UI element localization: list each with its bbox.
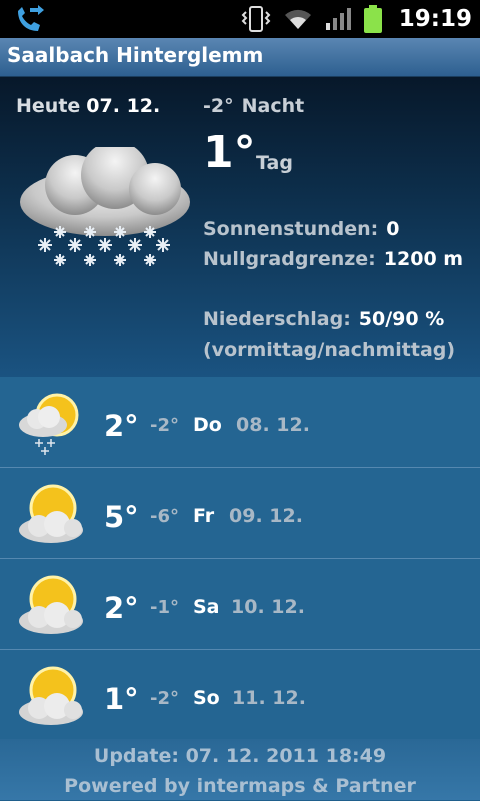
forecast-date: 10. 12. (231, 596, 305, 618)
sunshine-label: Sonnenstunden: (203, 218, 379, 240)
forecast-max-temp: 2° (104, 409, 139, 443)
forecast-row[interactable]: 5° -6° Fr 09. 12. (0, 468, 480, 559)
battery-icon (363, 5, 382, 33)
clock: 19:19 (398, 6, 472, 32)
status-bar: 19:19 (0, 0, 480, 38)
vibrate-icon (241, 6, 271, 32)
day-label: Tag (256, 152, 293, 174)
forecast-max-temp: 1° (104, 682, 139, 716)
forecast-min-temp: -2° (150, 415, 179, 436)
snow-cloud-icon (20, 147, 190, 266)
forecast-day: Do (193, 414, 222, 436)
footer: Update: 07. 12. 2011 18:49 Powered by in… (0, 739, 480, 800)
powered-by: Powered by intermaps & Partner (64, 775, 416, 797)
forecast-row[interactable]: 1° -2° So 11. 12. (0, 650, 480, 740)
freezing-level-row: Nullgradgrenze: 1200 m (203, 248, 463, 270)
forecast-day: So (193, 687, 220, 709)
title-bar: Saalbach Hinterglemm (0, 38, 480, 77)
night-temp: -2° (203, 95, 234, 117)
freezing-value: 1200 m (383, 248, 464, 270)
forecast-day: Sa (193, 596, 220, 618)
wifi-icon (284, 9, 311, 29)
night-temp-row: -2° Nacht (203, 95, 304, 117)
sun-cloud-icon (19, 484, 83, 543)
location-title: Saalbach Hinterglemm (7, 43, 264, 67)
sun-cloud-snow-icon (19, 393, 79, 455)
night-label: Nacht (241, 95, 305, 117)
call-forward-icon (18, 5, 44, 31)
precip-label: Niederschlag: (203, 308, 351, 330)
update-label: Update: (93, 745, 179, 767)
sunshine-row: Sonnenstunden: 0 (203, 218, 400, 240)
forecast-day: Fr (193, 505, 215, 527)
forecast-row[interactable]: 2° -1° Sa 10. 12. (0, 559, 480, 650)
sun-cloud-icon (19, 666, 83, 725)
forecast-max-temp: 5° (104, 500, 139, 534)
forecast-date: 09. 12. (229, 505, 303, 527)
today-header: Heute 07. 12. (16, 95, 160, 117)
update-value: 07. 12. 2011 18:49 (185, 745, 387, 767)
today-label: Heute (16, 95, 81, 117)
today-date: 07. 12. (86, 95, 161, 117)
sunshine-value: 0 (386, 218, 400, 240)
forecast-min-temp: -1° (150, 597, 179, 618)
update-line: Update: 07. 12. 2011 18:49 (0, 739, 480, 771)
forecast-list: 2° -2° Do 08. 12. 5° -6° Fr 09. 12. 2° -… (0, 377, 480, 740)
forecast-row[interactable]: 2° -2° Do 08. 12. (0, 377, 480, 468)
forecast-date: 11. 12. (232, 687, 306, 709)
precip-note: (vormittag/nachmittag) (203, 339, 456, 361)
today-panel: Heute 07. 12. -2° Nacht 1° Tag Sonnenstund… (0, 77, 480, 377)
sun-cloud-icon (19, 575, 83, 634)
signal-icon (325, 8, 351, 30)
precip-value: 50/90 % (358, 308, 445, 330)
forecast-min-temp: -2° (150, 688, 179, 709)
forecast-max-temp: 2° (104, 591, 139, 625)
forecast-date: 08. 12. (236, 414, 310, 436)
precipitation-row: Niederschlag: 50/90 % (203, 308, 444, 330)
forecast-min-temp: -6° (150, 506, 179, 527)
freezing-label: Nullgradgrenze: (203, 248, 376, 270)
day-temp: 1° (203, 127, 256, 178)
